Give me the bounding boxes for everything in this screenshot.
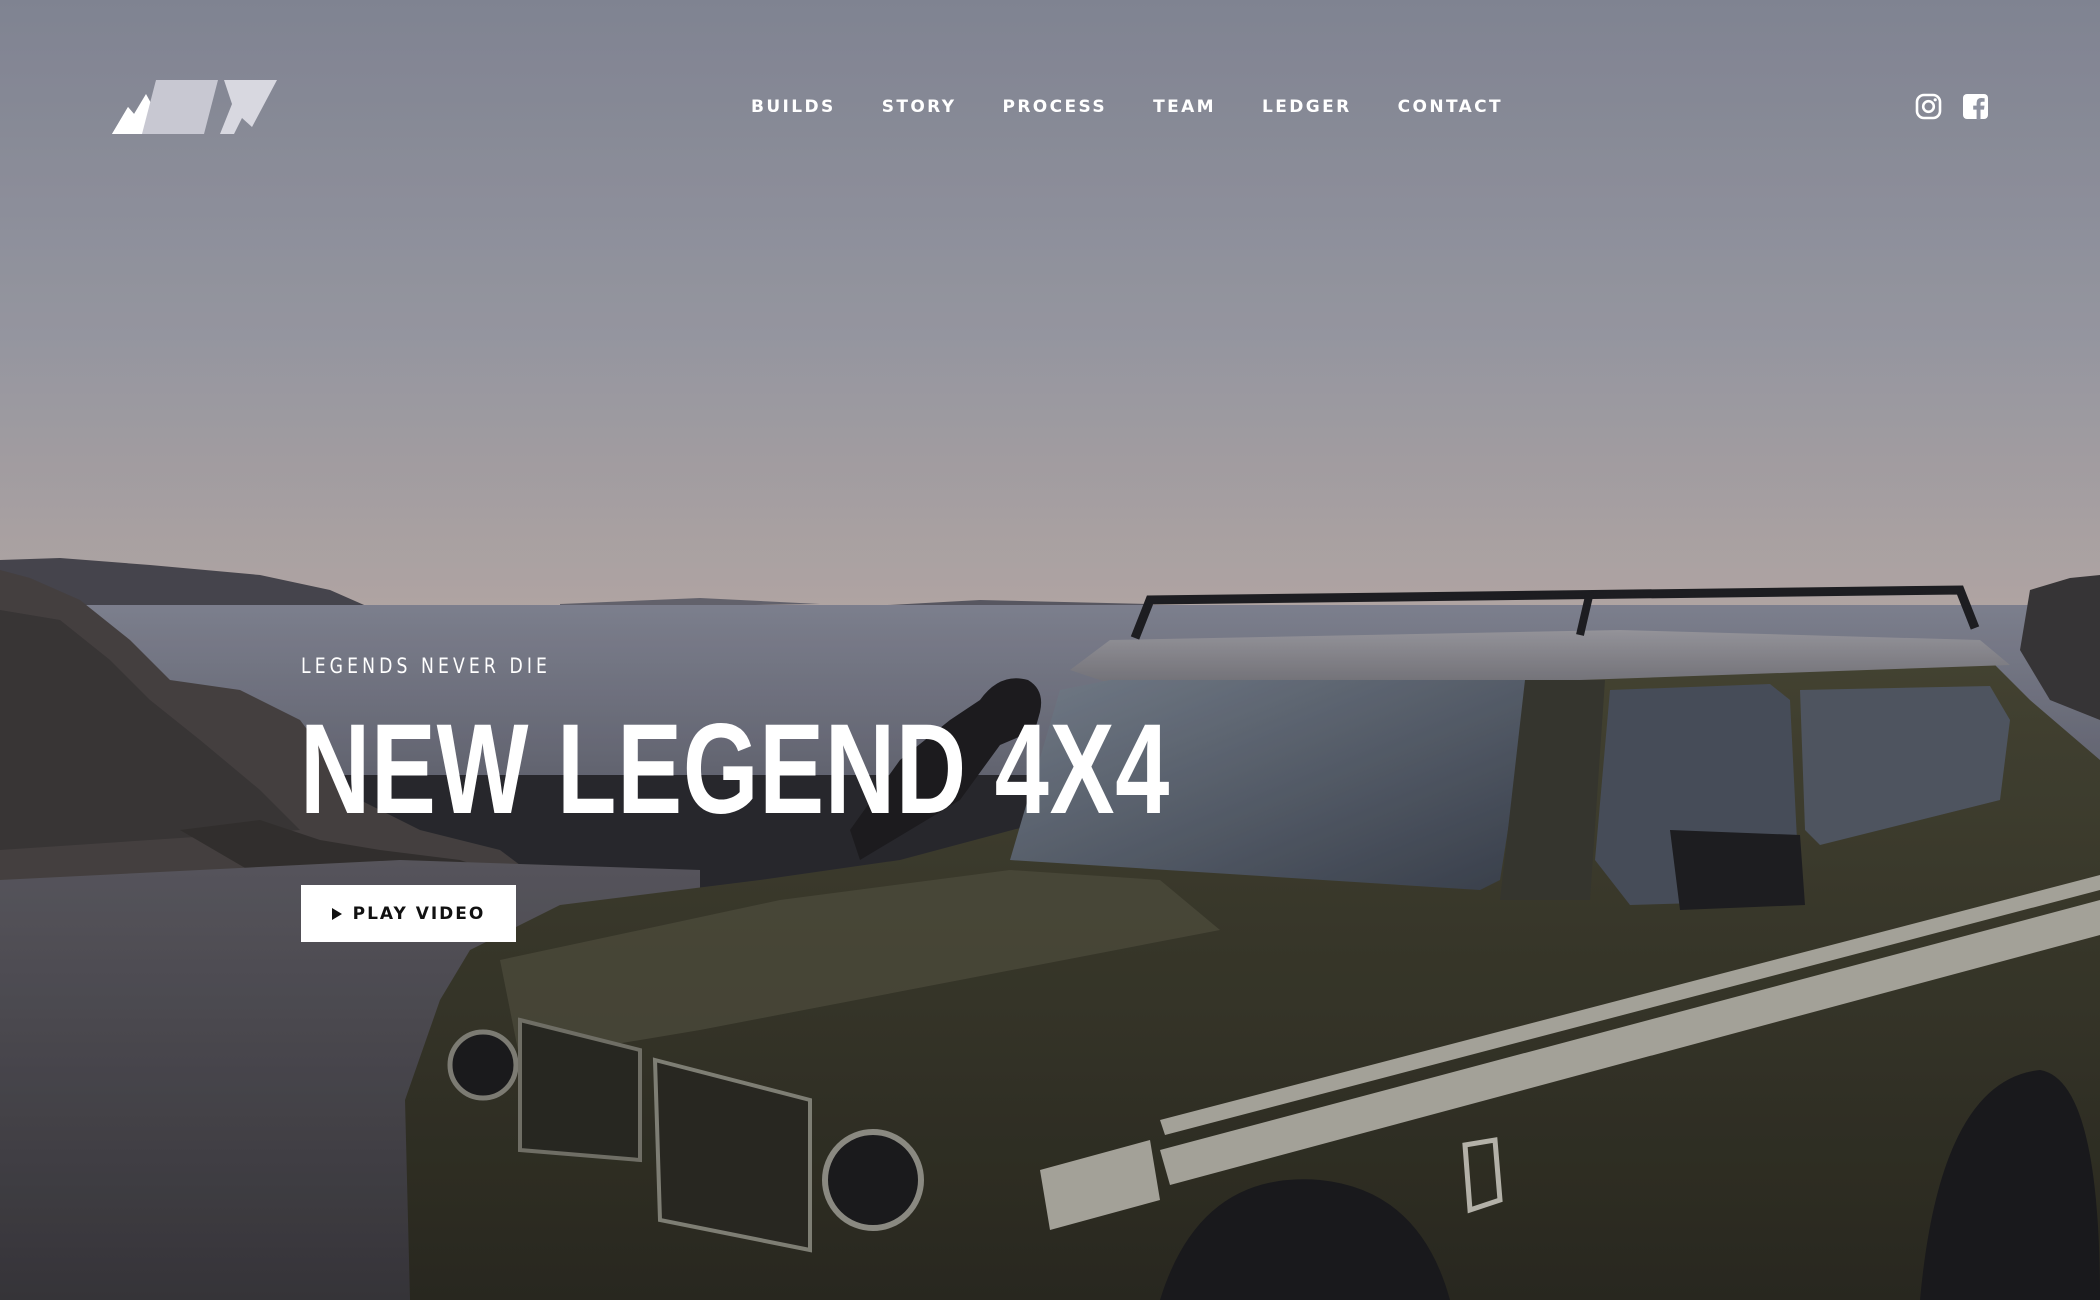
nav-team[interactable]: TEAM bbox=[1153, 96, 1216, 118]
hero-headline: NEW LEGEND 4X4 bbox=[300, 698, 1171, 841]
play-video-button[interactable]: PLAY VIDEO bbox=[301, 885, 516, 942]
nav-builds[interactable]: BUILDS bbox=[751, 96, 836, 118]
mountain-logo-icon[interactable] bbox=[112, 80, 277, 134]
instagram-link[interactable] bbox=[1915, 93, 1942, 120]
facebook-icon bbox=[1963, 94, 1988, 120]
nav-ledger[interactable]: LEDGER bbox=[1262, 96, 1352, 118]
play-icon bbox=[331, 907, 342, 920]
hero-section: BUILDS STORY PROCESS TEAM LEDGER CONTACT… bbox=[0, 0, 2100, 1300]
hero-eyebrow: LEGENDS NEVER DIE bbox=[301, 654, 552, 678]
facebook-link[interactable] bbox=[1962, 93, 1989, 120]
hero-background-image bbox=[0, 0, 2100, 1300]
nav-process[interactable]: PROCESS bbox=[1002, 96, 1107, 118]
instagram-icon bbox=[1915, 93, 1942, 120]
nav-links: BUILDS STORY PROCESS TEAM LEDGER CONTACT bbox=[751, 96, 1503, 118]
play-video-label: PLAY VIDEO bbox=[352, 903, 486, 924]
nav-story[interactable]: STORY bbox=[882, 96, 957, 118]
nav-contact[interactable]: CONTACT bbox=[1398, 96, 1503, 118]
